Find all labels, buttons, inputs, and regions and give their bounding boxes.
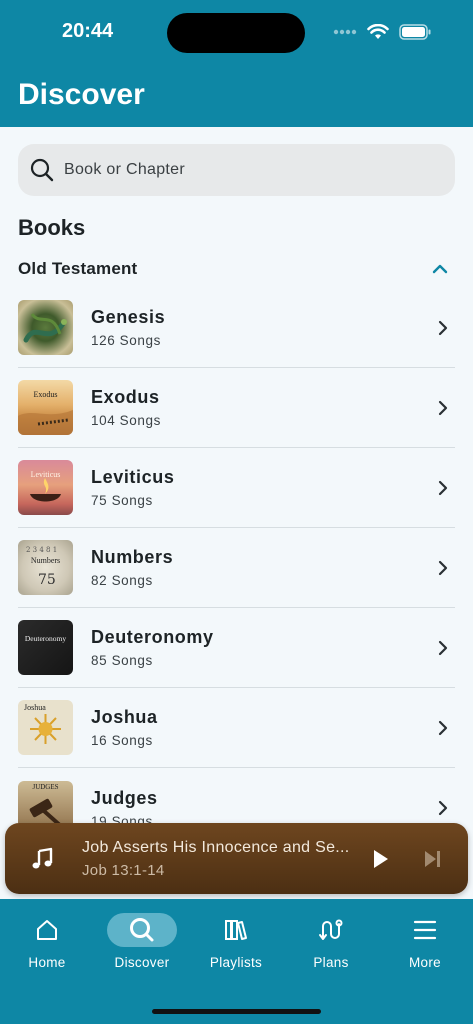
signal-icon [333,29,357,35]
tab-home[interactable]: Home [0,909,94,979]
page-title: Discover [18,78,145,111]
play-button[interactable] [371,848,391,870]
tab-label: Plans [313,955,349,970]
status-icons [333,24,431,40]
music-note-icon [32,847,53,869]
wifi-icon [367,24,389,39]
header: 20:44 Discover [0,0,473,127]
tab-label: Playlists [209,955,263,970]
tab-active-indicator [107,913,177,947]
book-song-count: 19 Songs [91,813,153,824]
book-title: Deuteronomy [91,627,214,647]
book-title: Genesis [91,307,166,327]
battery-icon [399,24,431,40]
book-cover-deuteronomy: Deuteronomy [18,620,73,675]
tab-label: Discover [114,955,170,970]
book-row-leviticus[interactable]: Leviticus Leviticus 75 Songs [18,448,455,528]
route-icon [319,919,343,940]
book-title: Joshua [91,707,158,727]
book-row-joshua[interactable]: Joshua Joshua 16 Songs [18,688,455,768]
book-cover-numbers: Numbers 2 3 4 8 1 75 [18,540,73,595]
tab-label: Home [28,955,66,970]
search-bar[interactable] [18,144,455,196]
now-playing-reference: Job 13:1-14 [82,862,165,879]
book-title: Judges [91,787,158,808]
search-input[interactable] [62,160,426,180]
home-indicator [152,1009,321,1014]
book-row-exodus[interactable]: Exodus Exodus 104 Songs [18,368,455,448]
book-title: Exodus [91,387,160,407]
group-label: Old Testament [18,259,138,278]
book-cover-judges: JUDGES [18,780,73,823]
chevron-right-icon [438,640,448,656]
tab-more[interactable]: More [378,909,472,979]
book-row-numbers[interactable]: Numbers 2 3 4 8 1 75 Numbers 82 Songs [18,528,455,608]
tab-label: More [409,955,441,970]
chevron-right-icon [438,480,448,496]
book-cover-genesis [18,300,73,355]
books-icon [225,920,247,940]
book-song-count: 126 Songs [91,333,161,348]
mini-player[interactable]: Job Asserts His Innocence and Se... Job … [5,823,468,894]
status-time: 20:44 [62,20,114,42]
tab-plans[interactable]: Plans [284,909,378,979]
book-title: Leviticus [91,467,175,487]
tab-bar: Home Discover Playlists Plans More [0,899,473,1024]
book-song-count: 85 Songs [91,653,153,668]
now-playing-title: Job Asserts His Innocence and Se... [82,839,350,856]
search-icon [30,158,54,182]
chevron-right-icon [438,400,448,416]
book-row-judges[interactable]: JUDGES Judges 19 Songs [18,768,455,823]
section-title-books: Books [18,215,86,240]
book-cover-exodus: Exodus [18,380,73,435]
chevron-right-icon [438,320,448,336]
book-row-genesis[interactable]: Genesis 126 Songs [18,288,455,368]
book-song-count: 104 Songs [91,413,161,428]
menu-icon [413,920,437,940]
search-icon [130,918,154,942]
dynamic-island [167,13,305,53]
chevron-right-icon [438,560,448,576]
book-row-deuteronomy[interactable]: Deuteronomy Deuteronomy 85 Songs [18,608,455,688]
chevron-up-icon[interactable] [431,263,449,275]
tab-playlists[interactable]: Playlists [189,909,283,979]
book-cover-label: Deuteronomy [24,634,67,643]
chevron-right-icon [438,720,448,736]
book-song-count: 82 Songs [91,573,153,588]
svg-text:2 3 4 8 1: 2 3 4 8 1 [26,546,57,554]
book-cover-leviticus: Leviticus [18,460,73,515]
book-song-count: 75 Songs [91,493,153,508]
book-list: Genesis 126 Songs Exodus Exodus 104 Song… [18,288,455,823]
chevron-right-icon [438,800,448,816]
old-testament-header[interactable]: Old Testament [18,257,455,281]
tab-discover[interactable]: Discover [95,909,189,979]
house-icon [37,920,57,940]
svg-text:75: 75 [38,572,56,588]
book-cover-joshua: Joshua [18,700,73,755]
book-title: Numbers [91,547,174,567]
skip-next-button[interactable] [423,849,443,869]
book-song-count: 16 Songs [91,733,153,748]
